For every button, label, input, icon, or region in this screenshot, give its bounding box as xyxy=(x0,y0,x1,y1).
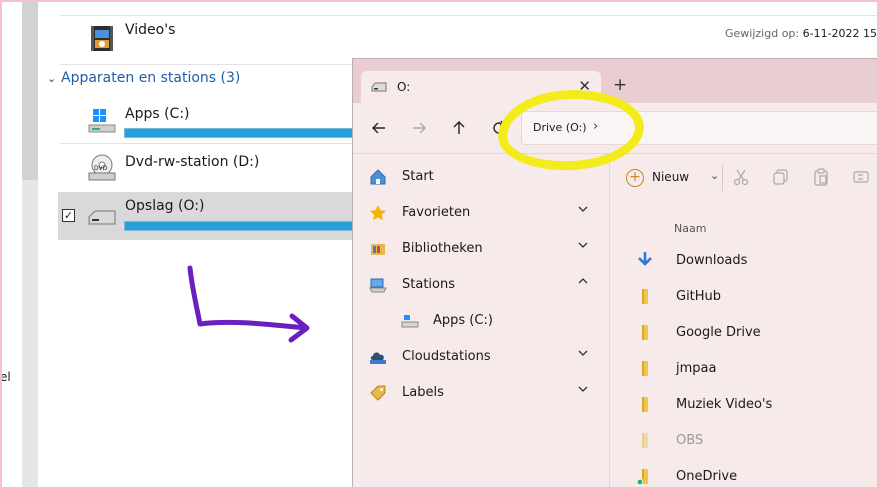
file-label: Google Drive xyxy=(676,325,761,340)
home-icon xyxy=(370,169,386,185)
sidebar-item-cloudstations[interactable]: Cloudstations xyxy=(353,339,609,375)
svg-text:DVD: DVD xyxy=(94,165,108,172)
tag-icon xyxy=(370,385,386,401)
folder-icon xyxy=(642,433,648,448)
address-bar[interactable]: Drive (O:) › xyxy=(521,111,879,145)
file-list: Naam Downloads GitHub Google Drive jmpaa… xyxy=(610,205,879,489)
divider xyxy=(722,165,723,191)
chevron-up-icon[interactable] xyxy=(577,275,589,287)
chevron-down-icon: ⌄ xyxy=(47,72,57,85)
file-row-github[interactable]: GitHub xyxy=(610,279,879,315)
chevron-down-icon[interactable] xyxy=(577,347,589,359)
dvd-drive-icon: DVD xyxy=(88,154,116,181)
navigation-bar: Drive (O:) › xyxy=(353,103,879,153)
cut-icon[interactable] xyxy=(732,168,750,186)
drives-icon xyxy=(369,278,387,293)
drive-usage-bar xyxy=(124,221,364,231)
copy-icon[interactable] xyxy=(772,168,790,186)
cloud-icon xyxy=(370,352,386,364)
file-row-downloads[interactable]: Downloads xyxy=(610,243,879,279)
drive-icon xyxy=(88,210,116,225)
chevron-down-icon[interactable] xyxy=(577,239,589,251)
file-label: OneDrive xyxy=(676,469,738,484)
new-tab-button[interactable]: + xyxy=(613,75,627,95)
file-row-google-drive[interactable]: Google Drive xyxy=(610,315,879,351)
close-tab-icon[interactable]: ✕ xyxy=(578,77,591,95)
file-row-onedrive[interactable]: OneDrive xyxy=(610,459,879,489)
sidebar-item-bibliotheken[interactable]: Bibliotheken xyxy=(353,231,609,267)
video-folder-icon xyxy=(91,26,113,51)
title-bar: O: ✕ + xyxy=(353,59,879,105)
breadcrumb-drive-o[interactable]: Drive (O:) xyxy=(533,121,587,134)
refresh-button[interactable] xyxy=(485,115,513,141)
folder-icon xyxy=(642,397,648,412)
file-label: Downloads xyxy=(676,253,748,268)
file-row-obs[interactable]: OBS xyxy=(610,423,879,459)
back-button[interactable] xyxy=(365,115,393,141)
drive-icon xyxy=(401,315,419,328)
paste-icon[interactable] xyxy=(812,168,830,186)
back-drive-apps-label: Apps (C:) xyxy=(125,106,190,122)
file-label: OBS xyxy=(676,433,704,448)
annotation-arrow xyxy=(187,265,310,343)
folder-icon xyxy=(642,325,648,340)
column-header-name[interactable]: Naam xyxy=(674,222,706,235)
new-button-label: Nieuw xyxy=(652,170,690,184)
sidebar-item-label: Favorieten xyxy=(402,205,471,220)
folder-icon xyxy=(642,289,648,304)
modified-date: Gewijzigd op: 6-11-2022 15:5 xyxy=(725,27,879,40)
star-icon xyxy=(370,205,386,221)
chevron-down-icon[interactable] xyxy=(577,383,589,395)
drive-usage-bar xyxy=(124,128,364,138)
file-row-jmpaa[interactable]: jmpaa xyxy=(610,351,879,387)
back-drive-opslag-label: Opslag (O:) xyxy=(125,198,205,214)
rename-icon[interactable] xyxy=(852,168,870,186)
up-button[interactable] xyxy=(445,115,473,141)
row-checkbox[interactable]: ✓ xyxy=(62,209,75,222)
sidebar-item-favorieten[interactable]: Favorieten xyxy=(353,195,609,231)
command-bar: + Nieuw ⌄ xyxy=(610,153,879,205)
plus-circle-icon: + xyxy=(626,169,644,187)
folder-icon xyxy=(642,361,648,376)
sidebar-item-label: Apps (C:) xyxy=(433,313,493,328)
chevron-down-icon: ⌄ xyxy=(710,169,720,182)
sidebar-item-apps-c[interactable]: Apps (C:) xyxy=(353,303,609,339)
section-header-devices[interactable]: ⌄ Apparaten en stations (3) xyxy=(47,70,240,86)
tab-drive-o[interactable]: O: ✕ xyxy=(361,71,601,105)
arrow-right-icon xyxy=(413,122,426,134)
sidebar-item-label: Stations xyxy=(402,277,455,292)
windows-drive-icon xyxy=(88,109,116,133)
navigation-pane: Start Favorieten Bibliotheken Stations A… xyxy=(353,159,609,489)
file-label: GitHub xyxy=(676,289,722,304)
download-icon xyxy=(638,252,652,266)
arrow-up-icon xyxy=(453,121,465,134)
back-drive-dvd-label: Dvd-rw-station (D:) xyxy=(125,154,260,170)
folder-icon xyxy=(636,469,648,485)
sidebar-item-label: Cloudstations xyxy=(402,349,491,364)
forward-button[interactable] xyxy=(405,115,433,141)
sidebar-item-label: Labels xyxy=(402,385,444,400)
sidebar-item-labels[interactable]: Labels xyxy=(353,375,609,411)
arrow-left-icon xyxy=(372,122,385,134)
drive-icon xyxy=(371,82,387,92)
back-scrollbar[interactable] xyxy=(22,0,38,489)
refresh-icon xyxy=(493,120,505,134)
sidebar-item-stations[interactable]: Stations xyxy=(353,267,609,303)
file-label: Muziek Video's xyxy=(676,397,773,412)
file-label: jmpaa xyxy=(676,361,717,376)
breadcrumb-chevron-icon[interactable]: › xyxy=(593,119,598,134)
sidebar-item-start[interactable]: Start xyxy=(353,159,609,195)
back-scrollbar-thumb[interactable] xyxy=(22,0,38,180)
library-icon xyxy=(371,244,385,255)
back-item-videos-label: Video's xyxy=(125,22,176,38)
file-row-muziek-videos[interactable]: Muziek Video's xyxy=(610,387,879,423)
chevron-down-icon[interactable] xyxy=(577,203,589,215)
sidebar-item-label: Bibliotheken xyxy=(402,241,483,256)
file-explorer-window: O: ✕ + Drive (O:) › Start Favorieten Bib… xyxy=(352,58,879,489)
tab-title: O: xyxy=(397,80,411,94)
sidebar-item-label: Start xyxy=(402,169,434,184)
back-clipped-text: el xyxy=(0,370,11,384)
section-title: Apparaten en stations (3) xyxy=(61,70,241,86)
